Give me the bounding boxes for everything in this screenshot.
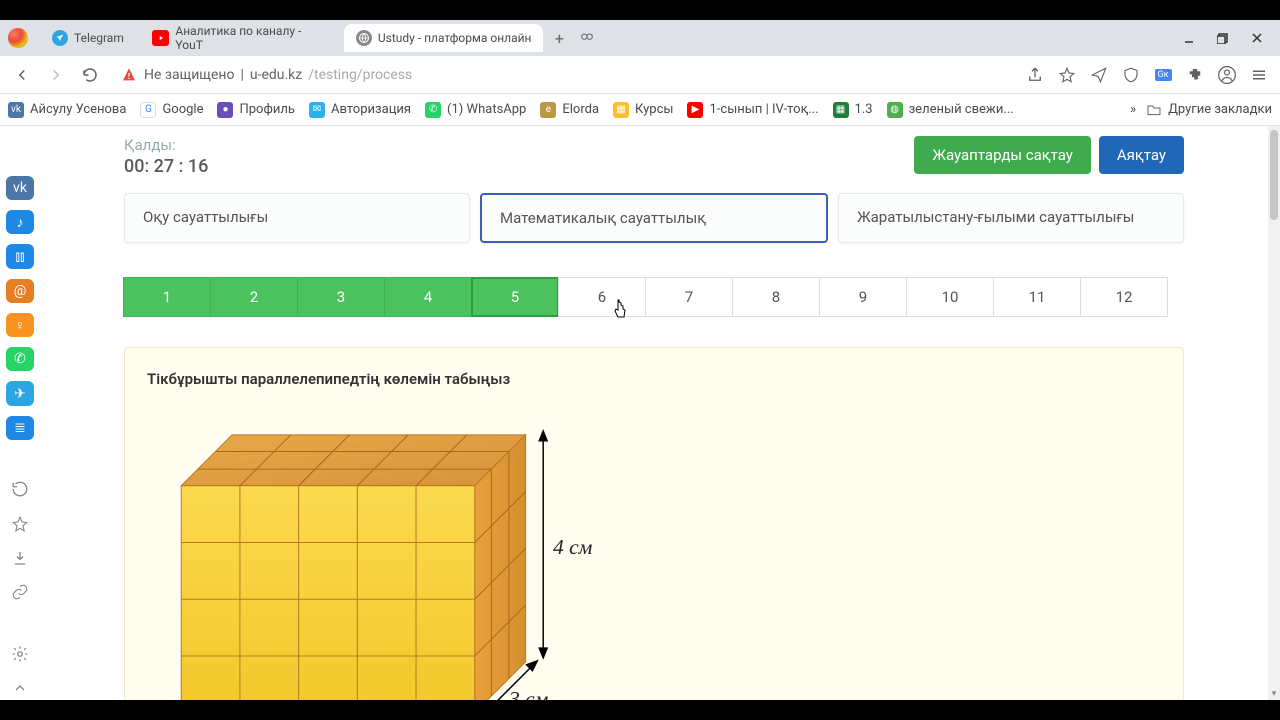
history-icon[interactable] — [6, 477, 34, 501]
question-nav-11[interactable]: 11 — [993, 277, 1081, 317]
list-icon[interactable]: ≣ — [6, 416, 34, 440]
mail-icon[interactable]: @ — [6, 279, 34, 303]
star-rail-icon[interactable] — [6, 511, 34, 535]
question-text: Тікбұрышты параллелепипедтің көлемін таб… — [147, 370, 1161, 388]
question-nav-3[interactable]: 3 — [297, 277, 385, 317]
tab-telegram[interactable]: Telegram — [40, 24, 136, 52]
url-path: /testing/process — [308, 67, 412, 83]
question-nav-4[interactable]: 4 — [384, 277, 472, 317]
bookmark-13[interactable]: ▦1.3 — [833, 102, 873, 118]
save-button[interactable]: Жауаптарды сақтау — [914, 136, 1091, 174]
not-secure-icon — [120, 66, 138, 84]
globe-icon — [356, 30, 372, 46]
new-tab-button[interactable]: + — [547, 26, 571, 50]
url-host: u-edu.kz — [250, 67, 302, 83]
question-nav-5[interactable]: 5 — [471, 277, 559, 317]
scroll-thumb[interactable] — [1270, 130, 1278, 220]
minimize-button[interactable] — [1174, 26, 1204, 50]
shield-icon[interactable] — [1118, 62, 1144, 88]
bookmark-google[interactable]: GGoogle — [140, 102, 203, 118]
tab-label: Telegram — [74, 31, 124, 45]
timer-value: 00: 27 : 16 — [124, 156, 208, 177]
scroll-down-arrow[interactable]: ▾ — [1268, 688, 1280, 700]
finish-button[interactable]: Аяқтау — [1099, 136, 1184, 174]
star-icon[interactable] — [1054, 62, 1080, 88]
bookmark-auth[interactable]: ✉Авторизация — [309, 102, 411, 118]
whatsapp-icon[interactable]: ✆ — [6, 347, 34, 371]
back-button[interactable] — [8, 61, 36, 89]
settings-icon[interactable] — [6, 641, 34, 665]
bookmark-elorda[interactable]: eElorda — [540, 102, 599, 118]
cuboid-image: 4 см 3 см 5 см — [147, 404, 597, 700]
subject-tabs: Оқу сауаттылығы Математикалық сауаттылық… — [124, 193, 1184, 243]
bookmark-whatsapp[interactable]: ✆(1) WhatsApp — [425, 102, 526, 118]
tab-youtube[interactable]: Аналитика по каналу - YouT — [140, 18, 340, 58]
question-nav-12[interactable]: 12 — [1080, 277, 1168, 317]
bookmark-1synyp[interactable]: ▶1-сынып | IV-тоқ... — [687, 102, 818, 118]
side-rail: vk ♪ ⫾⫾ @ ♀ ✆ ✈ ≣ — [0, 126, 40, 700]
bookmark-profile[interactable]: ●Профиль — [217, 102, 295, 118]
other-bookmarks[interactable]: Другие закладки — [1146, 102, 1272, 118]
url-field[interactable]: Не защищено | u-edu.kz/testing/process — [110, 66, 1016, 84]
youtube-icon — [152, 30, 170, 46]
tab-ustudy[interactable]: Ustudy - платформа онлайн — [344, 24, 544, 52]
close-button[interactable] — [1242, 26, 1272, 50]
extensions-icon[interactable] — [1182, 62, 1208, 88]
question-nav-10[interactable]: 10 — [906, 277, 994, 317]
vertical-scrollbar[interactable]: ▾ — [1268, 126, 1280, 700]
profile-icon[interactable] — [1214, 62, 1240, 88]
send-icon[interactable] — [1086, 62, 1112, 88]
question-nav-6[interactable]: 6 — [558, 277, 646, 317]
url-sep: | — [240, 67, 243, 83]
tab-label: Ustudy - платформа онлайн — [378, 31, 532, 45]
bookmark-courses[interactable]: ▦Курсы — [613, 102, 673, 118]
question-nav-8[interactable]: 8 — [732, 277, 820, 317]
bookmarks-bar: vkАйсулу Усенова GGoogle ●Профиль ✉Автор… — [0, 94, 1280, 126]
subject-tab-reading[interactable]: Оқу сауаттылығы — [124, 193, 470, 243]
telegram-icon — [52, 30, 68, 46]
music-icon[interactable]: ♪ — [6, 210, 34, 234]
address-bar: Не защищено | u-edu.kz/testing/process G… — [0, 56, 1280, 94]
vk-icon[interactable]: vk — [6, 176, 34, 200]
security-label: Не защищено — [144, 67, 234, 83]
maximize-button[interactable] — [1208, 26, 1238, 50]
question-nav-2[interactable]: 2 — [210, 277, 298, 317]
translate-icon[interactable]: Gк — [1150, 62, 1176, 88]
question-nav-9[interactable]: 9 — [819, 277, 907, 317]
question-panel: Тікбұрышты параллелепипедтің көлемін таб… — [124, 347, 1184, 700]
link-icon[interactable] — [6, 580, 34, 604]
height-dim: 4 см — [553, 535, 593, 559]
share-icon[interactable] — [1022, 62, 1048, 88]
tab-label: Аналитика по каналу - YouT — [175, 24, 327, 52]
question-nav-7[interactable]: 7 — [645, 277, 733, 317]
chevron-up-icon[interactable] — [6, 676, 34, 700]
question-nav-1[interactable]: 1 — [123, 277, 211, 317]
subject-tab-math[interactable]: Математикалық сауаттылық — [480, 193, 828, 243]
ok-icon[interactable]: ♀ — [6, 313, 34, 337]
tab-strip: Telegram Аналитика по каналу - YouT Ustu… — [0, 20, 1280, 56]
download-icon[interactable] — [6, 546, 34, 570]
forward-button[interactable] — [42, 61, 70, 89]
depth-dim: 3 см — [508, 687, 549, 700]
stats-icon[interactable]: ⫾⫾ — [6, 244, 34, 268]
question-nav: 1 2 3 4 5 6 7 8 9 10 11 12 — [124, 277, 1184, 317]
browser-logo-icon — [8, 28, 28, 48]
tab-group-icon[interactable] — [575, 26, 599, 50]
menu-icon[interactable] — [1246, 62, 1272, 88]
subject-tab-science[interactable]: Жаратылыстану-ғылыми сауаттылығы — [838, 193, 1184, 243]
bookmark-green[interactable]: ◍зеленый свежи... — [887, 102, 1014, 118]
timer-label: Қалды: — [124, 136, 208, 154]
reload-button[interactable] — [76, 61, 104, 89]
bookmark-vk[interactable]: vkАйсулу Усенова — [8, 102, 126, 118]
telegram-rail-icon[interactable]: ✈ — [6, 381, 34, 405]
bookmark-overflow[interactable]: » — [1130, 102, 1136, 117]
